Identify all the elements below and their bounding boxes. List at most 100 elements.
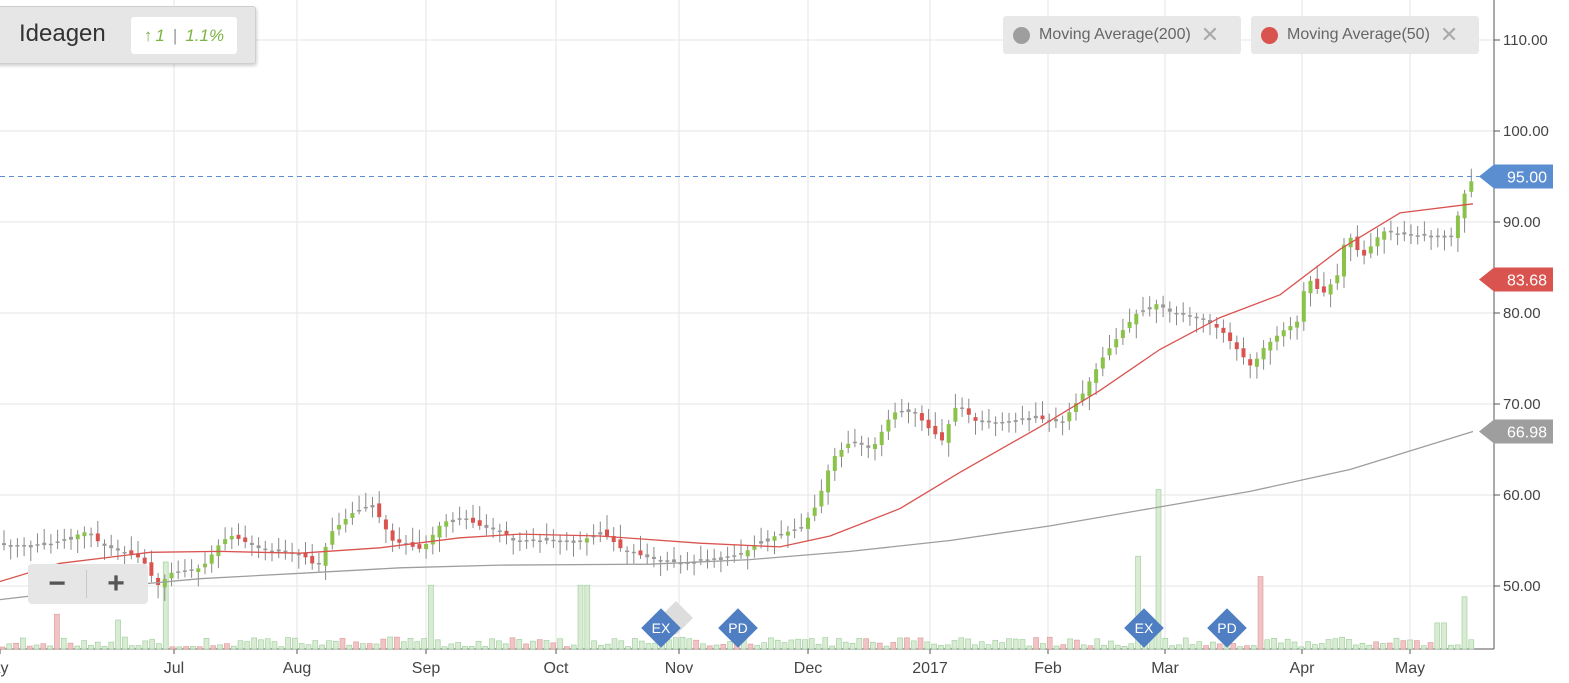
candle-body: [605, 529, 609, 536]
candle-body: [243, 537, 248, 542]
candle-body: [464, 518, 469, 520]
candle-body: [832, 456, 837, 471]
volume-bar: [808, 638, 815, 650]
candle-body: [343, 518, 348, 525]
candle-body: [859, 442, 864, 445]
volume-bar: [1182, 637, 1189, 650]
y-tick-label: 50.00: [1503, 578, 1541, 595]
close-icon[interactable]: ✕: [1201, 22, 1219, 48]
candle-body: [69, 536, 73, 540]
legend-item-ma50[interactable]: Moving Average(50) ✕: [1251, 16, 1479, 54]
volume-bar: [496, 640, 502, 650]
volume-bar: [1033, 637, 1039, 650]
candle-body: [1181, 312, 1186, 315]
candle-body: [765, 538, 770, 542]
volume-bar: [94, 641, 101, 650]
event-label: EX: [652, 620, 671, 636]
candle-body: [437, 525, 442, 538]
candle-body: [1154, 304, 1159, 310]
volume-bar: [1386, 642, 1393, 650]
volume-bar: [394, 636, 400, 650]
volume-bar: [815, 643, 822, 650]
volume-bar: [890, 642, 897, 650]
volume-bar: [1169, 645, 1175, 650]
candle-body: [1147, 307, 1152, 310]
event-label: PD: [728, 620, 747, 636]
volume-bar: [387, 636, 393, 650]
volume-bar: [536, 639, 543, 650]
candle-body: [417, 544, 422, 549]
volume-bar: [842, 641, 849, 650]
candle-body: [718, 557, 723, 560]
candle-body: [665, 560, 670, 562]
volume-bar: [285, 637, 291, 650]
arrow-up-icon: ↑: [143, 25, 153, 45]
volume-bar: [149, 639, 155, 650]
volume-bar: [611, 638, 618, 650]
candle-body: [826, 470, 831, 493]
candle-body: [946, 424, 951, 443]
volume-bar: [353, 641, 359, 650]
zoom-in-button[interactable]: +: [87, 564, 145, 604]
candle-body: [852, 441, 857, 444]
volume-bar: [190, 646, 196, 650]
candle-body: [732, 555, 737, 557]
candle-body: [564, 540, 569, 542]
candle-body: [8, 545, 13, 547]
volume-bar: [618, 640, 625, 650]
volume-bar: [523, 643, 529, 650]
change-separator: |: [172, 25, 178, 45]
volume-bar: [1060, 644, 1067, 650]
close-icon[interactable]: ✕: [1440, 22, 1458, 48]
x-tick-label: ay: [0, 660, 8, 677]
volume-bar: [1427, 642, 1434, 650]
candle-body: [625, 550, 630, 553]
candle-body: [223, 539, 228, 545]
volume-bar: [326, 640, 332, 650]
candle-body: [471, 517, 475, 523]
candle-body: [792, 529, 797, 531]
volume-bar: [938, 644, 944, 650]
candle-body: [785, 531, 790, 536]
candle-body: [296, 553, 301, 556]
volume-bar: [298, 643, 305, 650]
candle-body: [102, 543, 107, 546]
candle-body: [75, 534, 80, 540]
candle-body: [1268, 341, 1273, 351]
zoom-out-button[interactable]: −: [28, 564, 86, 604]
volume-bar: [1284, 638, 1291, 650]
candle-body: [1435, 235, 1440, 238]
volume-bar: [876, 642, 883, 650]
volume-bar: [944, 644, 951, 650]
candle-body: [873, 444, 877, 449]
volume-bar: [849, 642, 856, 650]
candle-body: [424, 544, 429, 550]
candle-body: [62, 539, 67, 541]
volume-bar: [1373, 641, 1379, 650]
legend-item-ma200[interactable]: Moving Average(200) ✕: [1003, 16, 1241, 54]
candle-body: [1375, 237, 1380, 247]
candle-body: [886, 419, 891, 432]
candle-body: [430, 534, 435, 545]
y-tick-label: 80.00: [1503, 305, 1541, 322]
volume-bar: [33, 644, 40, 650]
volume-bar: [516, 639, 523, 650]
volume-bar: [54, 613, 60, 650]
candle-body: [95, 533, 100, 542]
volume-bar: [577, 584, 584, 650]
volume-bar: [1176, 644, 1182, 650]
candle-body: [1214, 324, 1219, 328]
candle-body: [1167, 308, 1172, 312]
candle-body: [491, 527, 496, 530]
volume-bar: [108, 641, 115, 650]
candle-body: [618, 539, 623, 549]
candle-body: [759, 541, 764, 544]
candle-body: [203, 563, 207, 568]
volume-bar: [564, 646, 570, 650]
volume-bar: [128, 645, 135, 650]
ma-value-flag-label: 66.98: [1507, 424, 1547, 441]
candle-body: [1368, 246, 1373, 254]
candle-body: [1248, 359, 1253, 366]
x-tick-label: 2017: [912, 660, 948, 677]
volume-bar: [271, 641, 278, 650]
